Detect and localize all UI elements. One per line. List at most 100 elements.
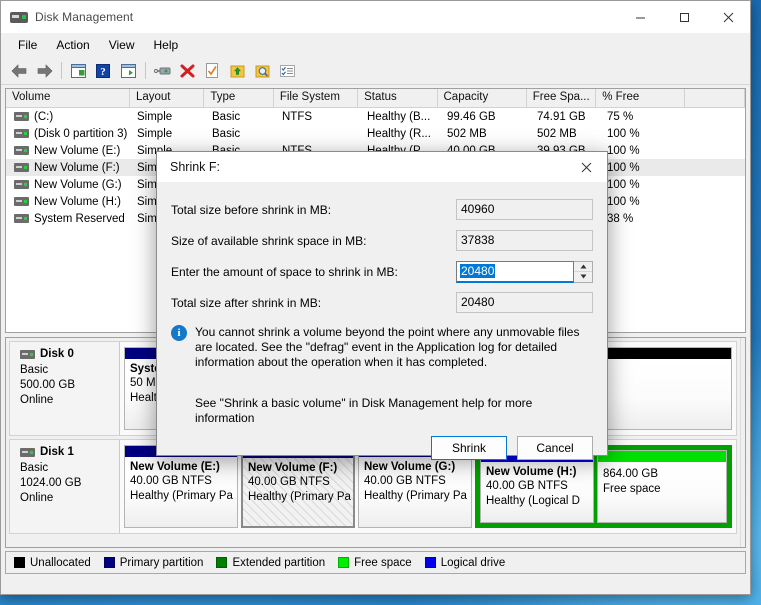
column-header-layout[interactable]: Layout [130, 89, 205, 107]
legend-swatch [216, 557, 228, 568]
disk-drive-icon [14, 146, 29, 155]
volume-label: New Volume (F:) [34, 161, 120, 174]
toolbar-separator [145, 62, 146, 79]
back-arrow-icon[interactable] [7, 60, 31, 82]
partition-size: 40.00 GB NTFS [364, 475, 446, 487]
column-header-percent-free[interactable]: % Free [596, 89, 686, 107]
column-header-spacer[interactable] [685, 89, 745, 107]
delete-icon[interactable] [175, 60, 199, 82]
volume-label: System Reserved [34, 212, 125, 225]
window-title: Disk Management [35, 10, 134, 24]
extend-volume-icon[interactable] [225, 60, 249, 82]
close-button[interactable] [706, 1, 750, 33]
column-header-type[interactable]: Type [204, 89, 274, 107]
status-bar [1, 574, 750, 594]
legend-swatch [103, 557, 115, 568]
disk-drive-icon [10, 10, 28, 24]
column-header-status[interactable]: Status [358, 89, 438, 107]
partition-status: Free space [603, 483, 661, 495]
volume-name-cell: New Volume (H:) [6, 196, 131, 208]
legend-label: Unallocated [30, 556, 91, 569]
minimize-button[interactable] [618, 1, 662, 33]
disk-management-window: Disk Management File Action View Help ? … [0, 0, 751, 595]
disk-name: Disk 0 [40, 348, 74, 360]
dialog-help-text: See "Shrink a basic volume" in Disk Mana… [195, 396, 533, 425]
disk-drive-icon [14, 214, 29, 223]
stepper-up-icon[interactable] [574, 262, 592, 272]
disk-info[interactable]: Disk 1 Basic 1024.00 GB Online [10, 440, 120, 533]
toolbar-separator [61, 62, 62, 79]
legend-swatch [14, 557, 25, 568]
partition-status: Healthy (Logical D [486, 495, 580, 507]
volume-label: New Volume (H:) [34, 195, 121, 208]
properties-icon[interactable] [116, 60, 140, 82]
graphical-view-scrollbar[interactable] [740, 338, 745, 547]
available-shrink-space-value: 37838 [456, 230, 593, 251]
partition-legend: Unallocated Primary partition Extended par… [5, 551, 746, 574]
table-row[interactable]: (Disk 0 partition 3) Simple Basic Healthy (… [6, 125, 745, 142]
cell-capacity: 99.46 GB [447, 110, 496, 123]
cell-type: Basic [212, 110, 241, 123]
volume-label: New Volume (E:) [34, 144, 121, 157]
cancel-button[interactable]: Cancel [517, 436, 593, 460]
volume-label: (Disk 0 partition 3) [34, 127, 128, 140]
total-size-before-value: 40960 [456, 199, 593, 220]
column-header-file-system[interactable]: File System [274, 89, 359, 107]
legend-item: Unallocated [14, 557, 91, 569]
check-disk-icon[interactable] [200, 60, 224, 82]
disk-type: Basic [20, 364, 49, 376]
partition-status: Healthy (Primary Pa [130, 490, 233, 502]
partition-body: New Volume (H:) 40.00 GB NTFS Healthy (Log… [481, 462, 593, 522]
disk-type: Basic [20, 462, 49, 474]
column-header-capacity[interactable]: Capacity [438, 89, 527, 107]
menu-view[interactable]: View [100, 35, 144, 55]
volume-name-cell: New Volume (F:) [6, 162, 131, 174]
forward-arrow-icon[interactable] [32, 60, 56, 82]
shrink-dialog: Shrink F: Total size before shrink in MB… [156, 151, 608, 460]
shrink-button[interactable]: Shrink [431, 436, 507, 460]
menu-help[interactable]: Help [145, 35, 188, 55]
cell-pct: 38 % [607, 212, 634, 225]
search-volume-icon[interactable] [250, 60, 274, 82]
disk-drive-icon [14, 180, 29, 189]
stepper-down-icon[interactable] [574, 272, 592, 282]
legend-item: Primary partition [103, 556, 204, 569]
volume-name-cell: (C:) [6, 111, 131, 123]
volume-name-cell: New Volume (G:) [6, 179, 131, 191]
field-label: Total size before shrink in MB: [171, 202, 332, 217]
disk-drive-icon [20, 447, 35, 457]
close-icon[interactable] [565, 152, 607, 182]
legend-label: Primary partition [119, 556, 204, 569]
disk-drive-icon [20, 349, 35, 359]
info-icon: i [171, 325, 187, 341]
shrink-amount-stepper[interactable]: 20480 [456, 260, 593, 283]
dialog-info-note: i You cannot shrink a volume beyond the … [171, 325, 593, 370]
column-header-free-space[interactable]: Free Spa... [527, 89, 597, 107]
disk-drive-icon [14, 112, 29, 121]
field-label: Total size after shrink in MB: [171, 295, 322, 310]
field-total-after: Total size after shrink in MB: 20480 [171, 287, 593, 318]
table-row[interactable]: (C:) Simple Basic NTFS Healthy (B... 99.46 GB… [6, 108, 745, 125]
field-label: Enter the amount of space to shrink in M… [171, 264, 398, 279]
disk-title: Disk 1 [20, 446, 119, 458]
column-header-volume[interactable]: Volume [6, 89, 130, 107]
partition-body: 864.00 GB Free space [598, 462, 726, 522]
menu-file[interactable]: File [9, 35, 46, 55]
partition-block[interactable]: 864.00 GB Free space [597, 450, 727, 523]
options-icon[interactable] [275, 60, 299, 82]
help-icon[interactable]: ? [91, 60, 115, 82]
cell-free: 74.91 GB [537, 110, 586, 123]
disk-drive-icon [14, 163, 29, 172]
show-pane-icon[interactable] [66, 60, 90, 82]
cell-type: Basic [212, 127, 241, 140]
cell-pct: 100 % [607, 127, 640, 140]
shrink-amount-input[interactable]: 20480 [456, 260, 574, 283]
maximize-button[interactable] [662, 1, 706, 33]
menu-action[interactable]: Action [47, 35, 98, 55]
dialog-title-bar: Shrink F: [157, 152, 607, 182]
connect-drive-icon[interactable] [150, 60, 174, 82]
partition-size: 864.00 GB [603, 468, 658, 480]
cell-capacity: 502 MB [447, 127, 487, 140]
partition-cap [598, 451, 726, 462]
disk-info[interactable]: Disk 0 Basic 500.00 GB Online [10, 342, 120, 435]
